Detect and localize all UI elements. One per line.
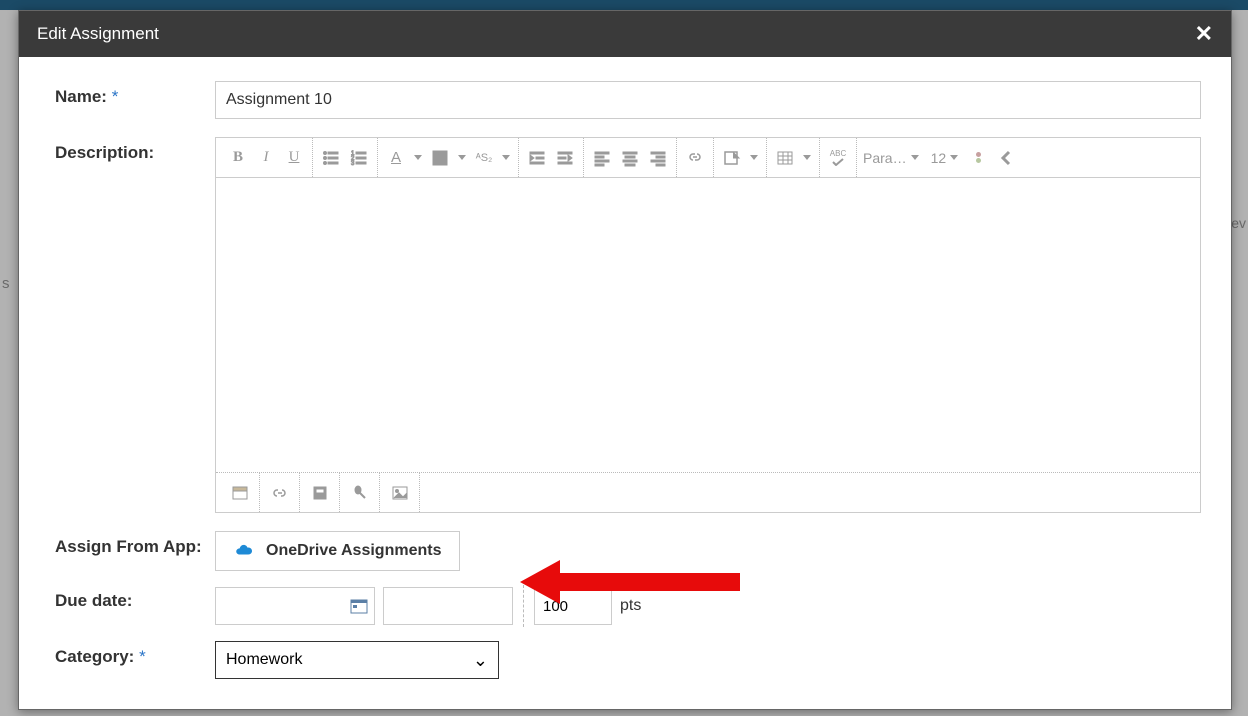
numbered-list-icon[interactable]: 123 xyxy=(345,144,373,172)
category-label: Category: * xyxy=(55,641,215,667)
table-dropdown-icon[interactable] xyxy=(799,144,815,172)
paragraph-style-dropdown[interactable]: Para… xyxy=(857,150,925,166)
outdent-icon[interactable] xyxy=(523,144,551,172)
onedrive-assignments-button[interactable]: OneDrive Assignments xyxy=(215,531,460,571)
align-right-icon[interactable] xyxy=(644,144,672,172)
rte-footer xyxy=(216,472,1200,512)
text-color-icon[interactable]: A xyxy=(382,144,410,172)
assign-from-app-label: Assign From App: xyxy=(55,531,215,557)
edit-assignment-modal: Edit Assignment ✕ Name: * Description: B xyxy=(18,10,1232,710)
align-left-icon[interactable] xyxy=(588,144,616,172)
modal-header: Edit Assignment ✕ xyxy=(19,11,1231,57)
italic-icon[interactable]: I xyxy=(252,144,280,172)
align-center-icon[interactable] xyxy=(616,144,644,172)
background-color-dropdown-icon[interactable] xyxy=(454,144,470,172)
chevron-down-icon: ⌄ xyxy=(473,650,488,671)
subscript-icon[interactable]: ᴬS₂ xyxy=(470,144,498,172)
points-input[interactable] xyxy=(534,587,612,625)
category-value: Homework xyxy=(226,651,302,669)
onedrive-assignments-label: OneDrive Assignments xyxy=(266,542,441,560)
due-date-input[interactable] xyxy=(215,587,375,625)
close-icon[interactable]: ✕ xyxy=(1195,23,1213,45)
footer-link-icon[interactable] xyxy=(260,473,300,512)
onedrive-icon xyxy=(234,544,256,558)
insert-content-dropdown-icon[interactable] xyxy=(746,144,762,172)
points-suffix-label: pts xyxy=(620,597,641,615)
background-color-icon[interactable]: A xyxy=(426,144,454,172)
bold-icon[interactable]: B xyxy=(224,144,252,172)
svg-text:3: 3 xyxy=(351,161,355,167)
category-select[interactable]: Homework ⌄ xyxy=(215,641,499,679)
insert-content-icon[interactable] xyxy=(718,144,746,172)
footer-mic-icon[interactable] xyxy=(340,473,380,512)
chevron-left-icon[interactable] xyxy=(992,144,1020,172)
link-icon[interactable] xyxy=(681,144,709,172)
text-color-dropdown-icon[interactable] xyxy=(410,144,426,172)
due-time-input[interactable] xyxy=(383,587,513,625)
svg-text:A: A xyxy=(436,153,444,165)
traffic-light-icon[interactable] xyxy=(964,144,992,172)
spellcheck-icon[interactable]: ABC xyxy=(824,144,852,172)
description-label: Description: xyxy=(55,137,215,163)
footer-window-icon[interactable] xyxy=(220,473,260,512)
description-textarea[interactable] xyxy=(216,178,1200,472)
modal-title: Edit Assignment xyxy=(37,24,159,44)
rte-toolbar: B I U 123 A xyxy=(216,138,1200,178)
bullet-list-icon[interactable] xyxy=(317,144,345,172)
name-input[interactable] xyxy=(215,81,1201,119)
table-icon[interactable] xyxy=(771,144,799,172)
background-fragment-left: s xyxy=(2,275,10,292)
due-date-label: Due date: xyxy=(55,585,215,611)
rich-text-editor: B I U 123 A xyxy=(215,137,1201,513)
indent-icon[interactable] xyxy=(551,144,579,172)
footer-image-icon[interactable] xyxy=(380,473,420,512)
underline-icon[interactable]: U xyxy=(280,144,308,172)
background-fragment-right: ev xyxy=(1231,215,1246,231)
footer-save-icon[interactable] xyxy=(300,473,340,512)
name-label: Name: * xyxy=(55,81,215,107)
calendar-icon xyxy=(350,598,368,614)
separator xyxy=(523,585,524,627)
subscript-dropdown-icon[interactable] xyxy=(498,144,514,172)
font-size-dropdown[interactable]: 12 xyxy=(925,150,965,166)
